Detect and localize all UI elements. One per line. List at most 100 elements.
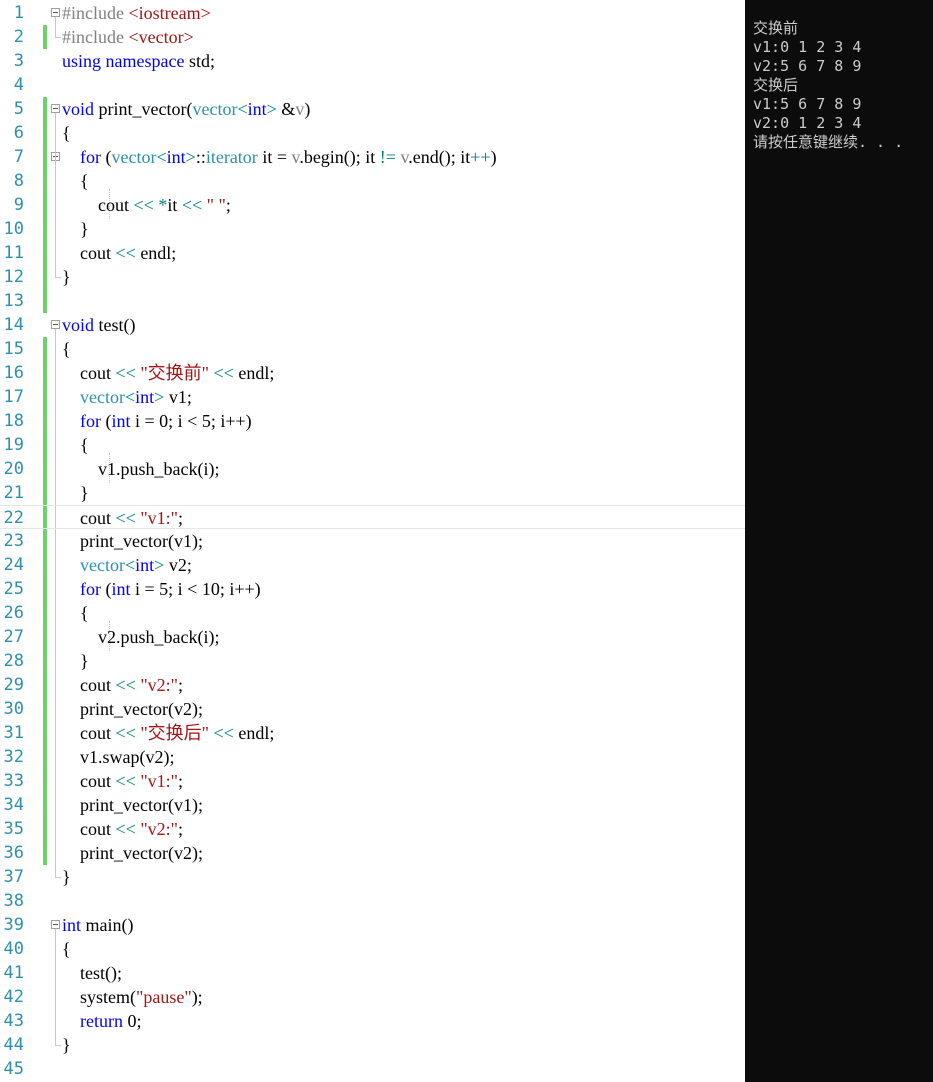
- code-line[interactable]: 9 cout << *it << " ";: [0, 193, 745, 217]
- code-editor[interactable]: 1 #include <iostream> 2 #include <vector> 3 u…: [0, 0, 745, 1082]
- line-number: 3: [13, 51, 24, 71]
- code-text: cout << "交换后" << endl;: [62, 721, 274, 745]
- code-line[interactable]: 28 }: [0, 649, 745, 673]
- line-number: 25: [3, 579, 24, 599]
- code-token: #include: [62, 27, 129, 47]
- code-line[interactable]: 5 void print_vector(vector<int> &v): [0, 97, 745, 121]
- code-token: it =: [257, 147, 292, 167]
- code-line[interactable]: 19 {: [0, 433, 745, 457]
- code-line[interactable]: 42 system("pause");: [0, 985, 745, 1009]
- code-line[interactable]: 36 print_vector(v2);: [0, 841, 745, 865]
- console-line: 请按任意键继续. . .: [753, 133, 904, 151]
- code-line[interactable]: 45: [0, 1057, 745, 1081]
- code-text: {: [62, 169, 89, 193]
- code-line[interactable]: 14 void test(): [0, 313, 745, 337]
- console-line: v2:5 6 7 8 9: [753, 57, 862, 75]
- code-token: <: [124, 555, 136, 575]
- code-token: <: [124, 387, 136, 407]
- code-text: vector<int> v1;: [62, 385, 192, 409]
- code-line[interactable]: 4: [0, 73, 745, 97]
- code-token: endl;: [135, 243, 177, 263]
- line-number: 27: [3, 627, 24, 647]
- code-line[interactable]: 26 {: [0, 601, 745, 625]
- code-line[interactable]: 18 for (int i = 0; i < 5; i++): [0, 409, 745, 433]
- code-line[interactable]: 32 v1.swap(v2);: [0, 745, 745, 769]
- code-line[interactable]: 43 return 0;: [0, 1009, 745, 1033]
- code-line[interactable]: 38: [0, 889, 745, 913]
- code-text: }: [62, 481, 89, 505]
- code-token: "v1:": [140, 508, 179, 528]
- code-line[interactable]: 7 for (vector<int>::iterator it = v.begi…: [0, 145, 745, 169]
- line-number: 39: [3, 915, 24, 935]
- code-line[interactable]: 21 }: [0, 481, 745, 505]
- code-token: print_vector(v1);: [62, 531, 203, 551]
- code-line[interactable]: 3 using namespace std;: [0, 49, 745, 73]
- code-token: <iostream>: [128, 3, 211, 23]
- line-number: 26: [3, 603, 24, 623]
- code-token: <<: [181, 195, 203, 215]
- code-token: vector: [80, 555, 125, 575]
- code-text: }: [62, 649, 89, 673]
- code-text: v2.push_back(i);: [62, 625, 219, 649]
- line-number: 45: [3, 1059, 24, 1079]
- code-line[interactable]: 30 print_vector(v2);: [0, 697, 745, 721]
- code-text: void test(): [62, 313, 136, 337]
- code-line[interactable]: 10 }: [0, 217, 745, 241]
- code-text: system("pause");: [62, 985, 203, 1009]
- code-line[interactable]: 33 cout << "v1:";: [0, 769, 745, 793]
- code-token: {: [62, 339, 71, 359]
- code-token: ::: [195, 147, 206, 167]
- code-token: v1.push_back(i);: [62, 459, 220, 479]
- code-token: cout: [62, 363, 116, 383]
- code-line[interactable]: 16 cout << "交换前" << endl;: [0, 361, 745, 385]
- console-line: v1:5 6 7 8 9: [753, 95, 862, 113]
- code-token: <<: [115, 723, 136, 743]
- code-line[interactable]: 6{: [0, 121, 745, 145]
- code-line[interactable]: 41 test();: [0, 961, 745, 985]
- code-line[interactable]: 29 cout << "v2:";: [0, 673, 745, 697]
- code-line[interactable]: 8 {: [0, 169, 745, 193]
- code-line[interactable]: 27 v2.push_back(i);: [0, 625, 745, 649]
- code-line[interactable]: 12}: [0, 265, 745, 289]
- line-number: 37: [3, 867, 24, 887]
- code-token: print_vector(v1);: [62, 795, 203, 815]
- code-token: cout: [62, 243, 116, 263]
- code-token: .end(); it: [408, 147, 471, 167]
- console-line: 交换前: [753, 19, 799, 37]
- code-text: #include <vector>: [62, 25, 194, 49]
- code-text: #include <iostream>: [62, 1, 211, 25]
- code-line[interactable]: 37}: [0, 865, 745, 889]
- code-line[interactable]: 23 print_vector(v1);: [0, 529, 745, 553]
- code-token: ;: [178, 508, 184, 528]
- code-line[interactable]: 13: [0, 289, 745, 313]
- code-token: }: [62, 651, 89, 671]
- code-line[interactable]: 31 cout << "交换后" << endl;: [0, 721, 745, 745]
- code-line[interactable]: 17 vector<int> v1;: [0, 385, 745, 409]
- code-token: cout: [62, 508, 116, 528]
- code-line[interactable]: 25 for (int i = 5; i < 10; i++): [0, 577, 745, 601]
- code-token: int: [111, 579, 131, 599]
- code-line[interactable]: 15 {: [0, 337, 745, 361]
- code-line[interactable]: 11 cout << endl;: [0, 241, 745, 265]
- code-line[interactable]: 39 int main(): [0, 913, 745, 937]
- code-line[interactable]: 24 vector<int> v2;: [0, 553, 745, 577]
- code-line[interactable]: 44}: [0, 1033, 745, 1057]
- code-line[interactable]: 1 #include <iostream>: [0, 1, 745, 25]
- code-text: cout << "交换前" << endl;: [62, 361, 274, 385]
- code-line[interactable]: 34 print_vector(v1);: [0, 793, 745, 817]
- code-token: " ": [206, 195, 226, 215]
- line-number: 11: [3, 243, 24, 263]
- code-text: }: [62, 217, 89, 241]
- code-line[interactable]: 35 cout << "v2:";: [0, 817, 745, 841]
- line-number: 43: [3, 1011, 24, 1031]
- code-text: int main(): [62, 913, 134, 937]
- code-token: >: [154, 387, 165, 407]
- code-text: {: [62, 433, 89, 457]
- line-number: 21: [3, 483, 24, 503]
- code-line[interactable]: 2 #include <vector>: [0, 25, 745, 49]
- code-token: );: [191, 987, 203, 1007]
- console-window[interactable]: 交换前 v1:0 1 2 3 4 v2:5 6 7 8 9 交换后 v1:5 6 7 8…: [745, 0, 933, 1082]
- code-line[interactable]: 40 {: [0, 937, 745, 961]
- code-line[interactable]: 22 cout << "v1:";: [0, 505, 745, 529]
- code-line[interactable]: 20 v1.push_back(i);: [0, 457, 745, 481]
